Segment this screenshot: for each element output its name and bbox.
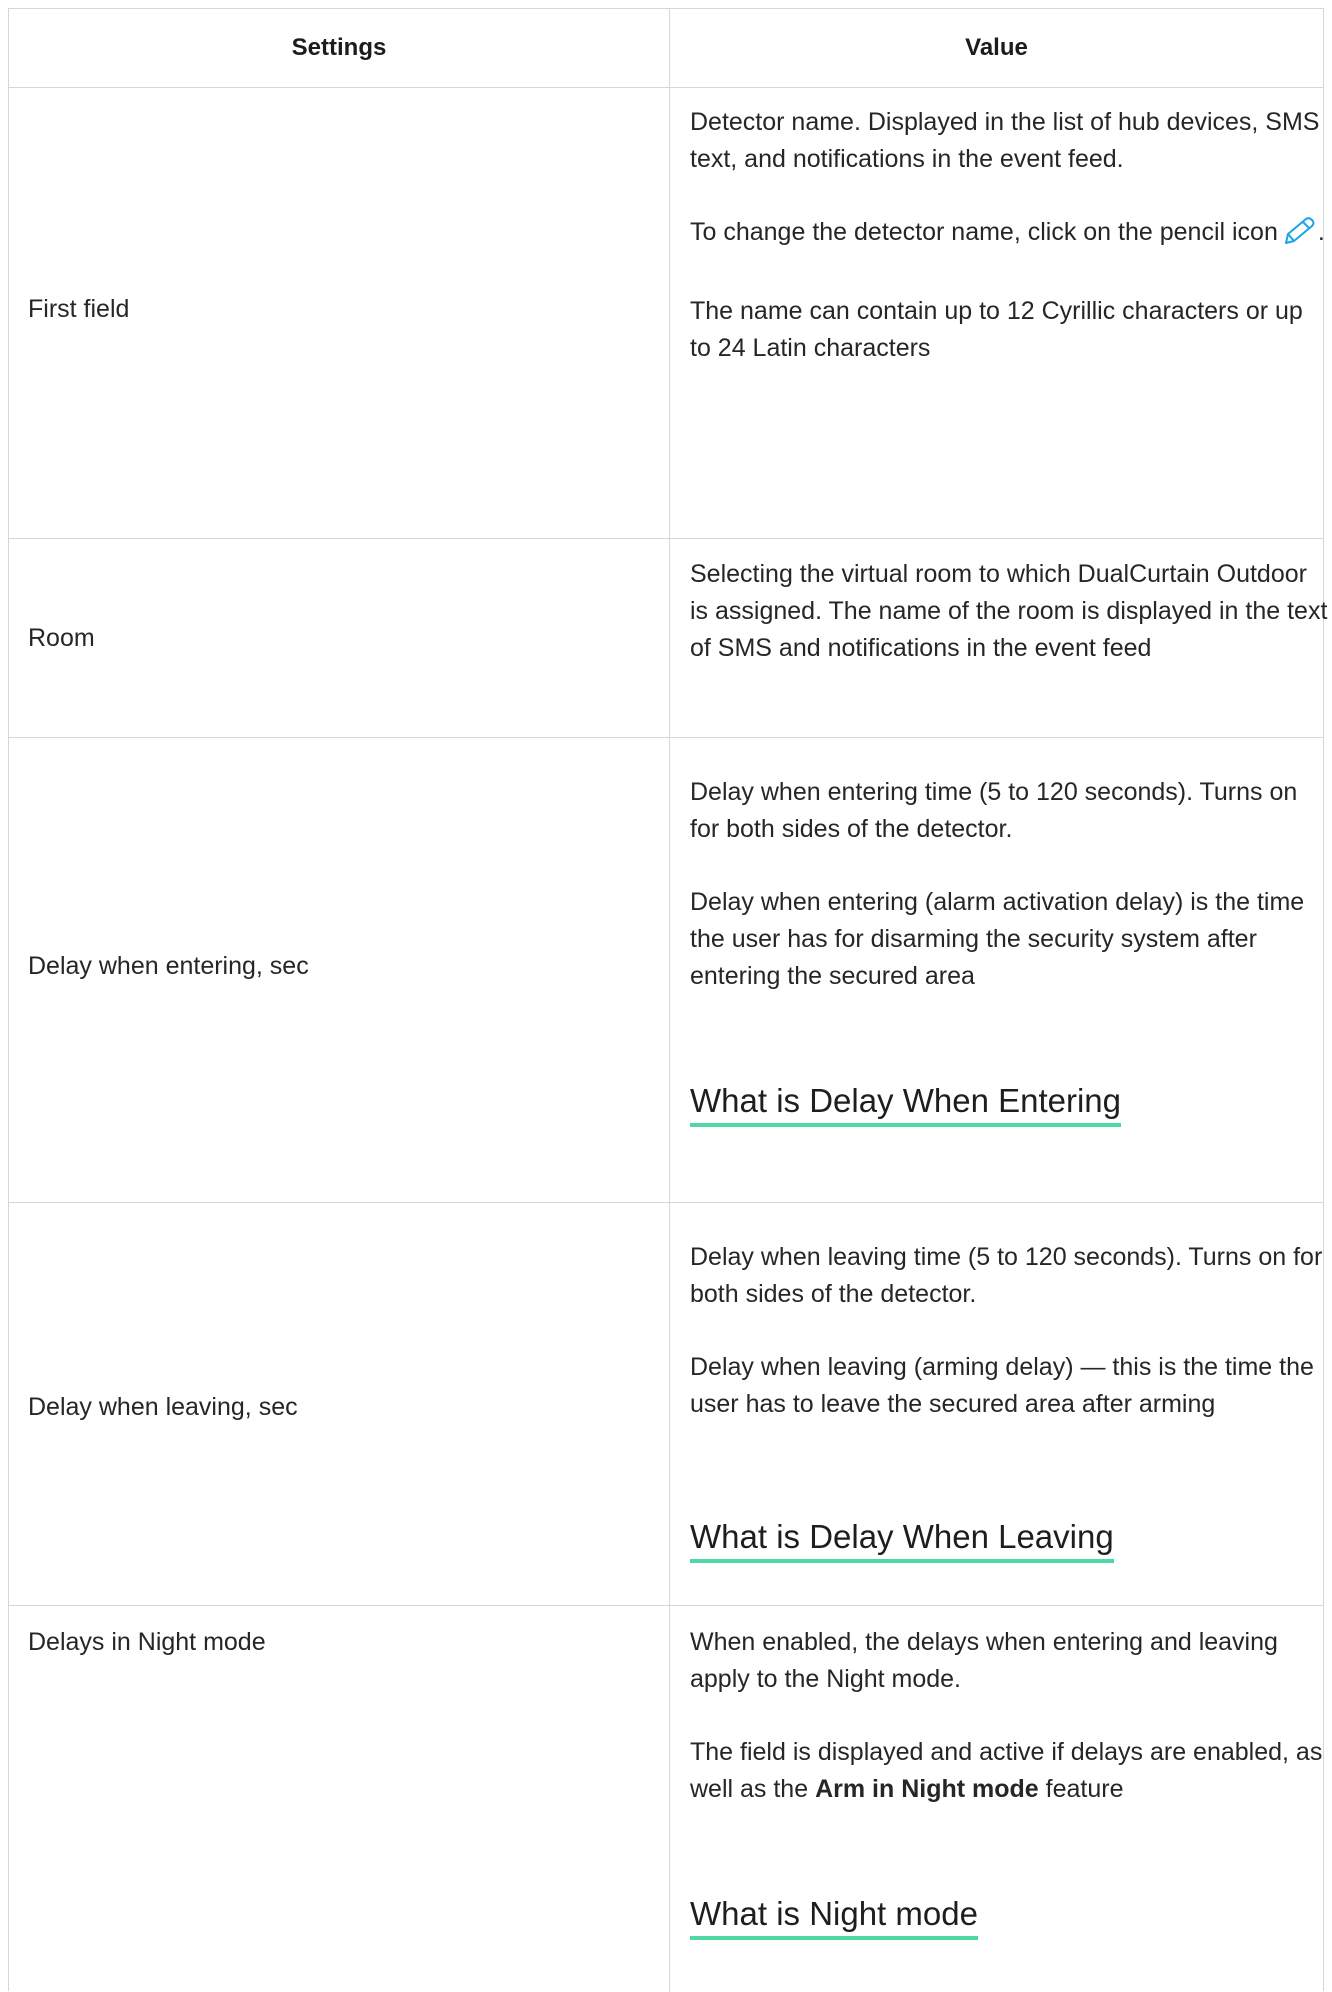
link-delay-entering[interactable]: What is Delay When Entering [690,1079,1122,1127]
setting-label: Delay when entering, sec [28,952,309,980]
value-paragraph: To change the detector name, click on th… [690,214,1330,257]
value-cell: Selecting the virtual room to which Dual… [670,539,1327,737]
value-paragraph: Selecting the virtual room to which Dual… [690,560,1328,662]
header-value-label: Value [965,34,1028,61]
value-cell: Delay when leaving time (5 to 120 second… [670,1203,1323,1605]
value-paragraph: Delay when leaving time (5 to 120 second… [690,1243,1323,1308]
settings-table: Settings Value First field Detector name… [8,8,1327,1992]
pencil-icon [1282,216,1318,257]
value-paragraph-text: To change the detector name, click on th… [690,218,1278,246]
table-row: Delays in Night mode When enabled, the d… [9,1606,1323,1992]
value-paragraph: The name can contain up to 12 Cyrillic c… [690,297,1303,362]
table-row: Room Selecting the virtual room to which… [9,539,1327,738]
setting-label: Room [28,624,95,652]
value-text: Selecting the virtual room to which Dual… [690,556,1330,667]
table-row: Delay when leaving, sec Delay when leavi… [9,1203,1323,1606]
link-delay-leaving[interactable]: What is Delay When Leaving [690,1515,1114,1563]
setting-label: Delay when leaving, sec [28,1393,298,1421]
value-paragraph: Delay when leaving (arming delay) — this… [690,1353,1314,1418]
value-paragraph: Delay when entering time (5 to 120 secon… [690,778,1298,843]
setting-cell: First field [9,88,670,538]
header-settings-label: Settings [291,34,387,61]
value-text: Delay when leaving time (5 to 120 second… [690,1239,1330,1423]
setting-cell: Room [9,539,670,737]
link-night-mode[interactable]: What is Night mode [690,1892,978,1940]
value-cell: Delay when entering time (5 to 120 secon… [670,738,1323,1202]
value-paragraph: Detector name. Displayed in the list of … [690,108,1320,173]
value-text: When enabled, the delays when entering a… [690,1624,1330,1808]
table-row: Delay when entering, sec Delay when ente… [9,738,1323,1203]
setting-cell: Delay when entering, sec [9,738,670,1202]
setting-label: Delays in Night mode [28,1628,266,1656]
value-text: Detector name. Displayed in the list of … [690,104,1330,367]
header-settings: Settings [9,9,670,87]
value-paragraph: The field is displayed and active if del… [690,1734,1330,1808]
value-paragraph: Delay when entering (alarm activation de… [690,888,1305,990]
value-bold-text: Arm in Night mode [815,1775,1039,1803]
value-cell: When enabled, the delays when entering a… [670,1606,1323,1992]
header-value: Value [670,9,1323,87]
table-header: Settings Value [9,9,1323,88]
value-paragraph: When enabled, the delays when entering a… [690,1628,1278,1693]
value-paragraph-suffix: . [1317,218,1325,246]
setting-cell: Delay when leaving, sec [9,1203,670,1605]
value-cell: Detector name. Displayed in the list of … [670,88,1325,538]
setting-label: First field [28,295,130,323]
table-row: First field Detector name. Displayed in … [9,88,1325,539]
value-paragraph-text: feature [1045,1775,1124,1803]
setting-cell: Delays in Night mode [9,1606,670,1992]
value-text: Delay when entering time (5 to 120 secon… [690,774,1330,995]
